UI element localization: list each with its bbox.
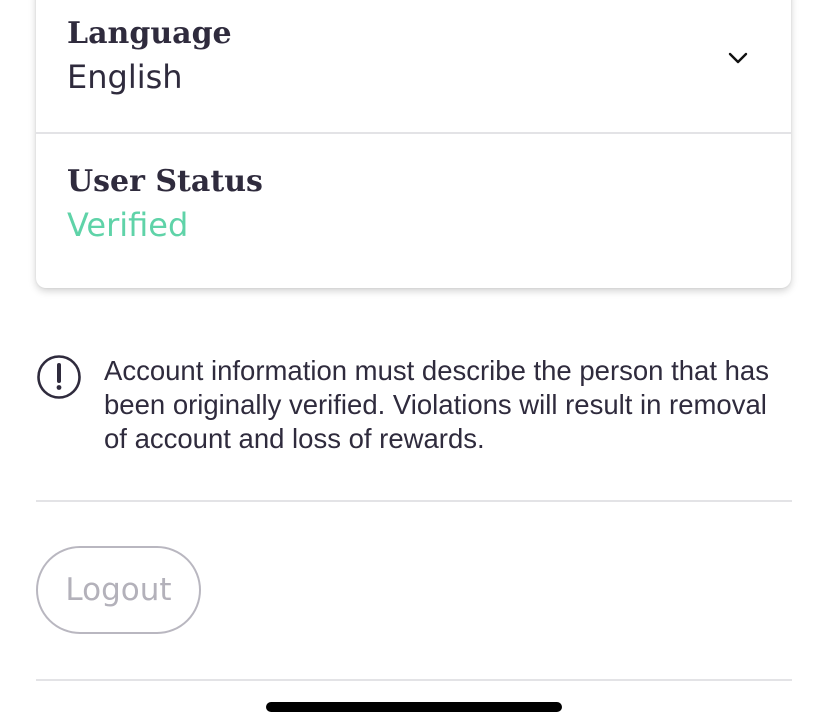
home-indicator[interactable] [266,702,562,712]
divider [36,679,792,681]
user-status-title: User Status [67,164,263,199]
user-status-value: Verified [67,206,189,244]
language-title: Language [67,16,232,51]
language-value: English [67,58,183,96]
notice-text: Account information must describe the pe… [104,355,769,454]
divider [36,500,792,502]
settings-card: Language English User Status Verified [36,0,791,288]
exclamation-circle-icon [37,355,81,399]
chevron-down-icon[interactable] [726,46,750,70]
account-notice: Account information must describe the pe… [36,354,792,464]
logout-button[interactable]: Logout [36,546,201,634]
user-status-row: User Status Verified [36,134,791,278]
language-row[interactable]: Language English [36,0,791,134]
